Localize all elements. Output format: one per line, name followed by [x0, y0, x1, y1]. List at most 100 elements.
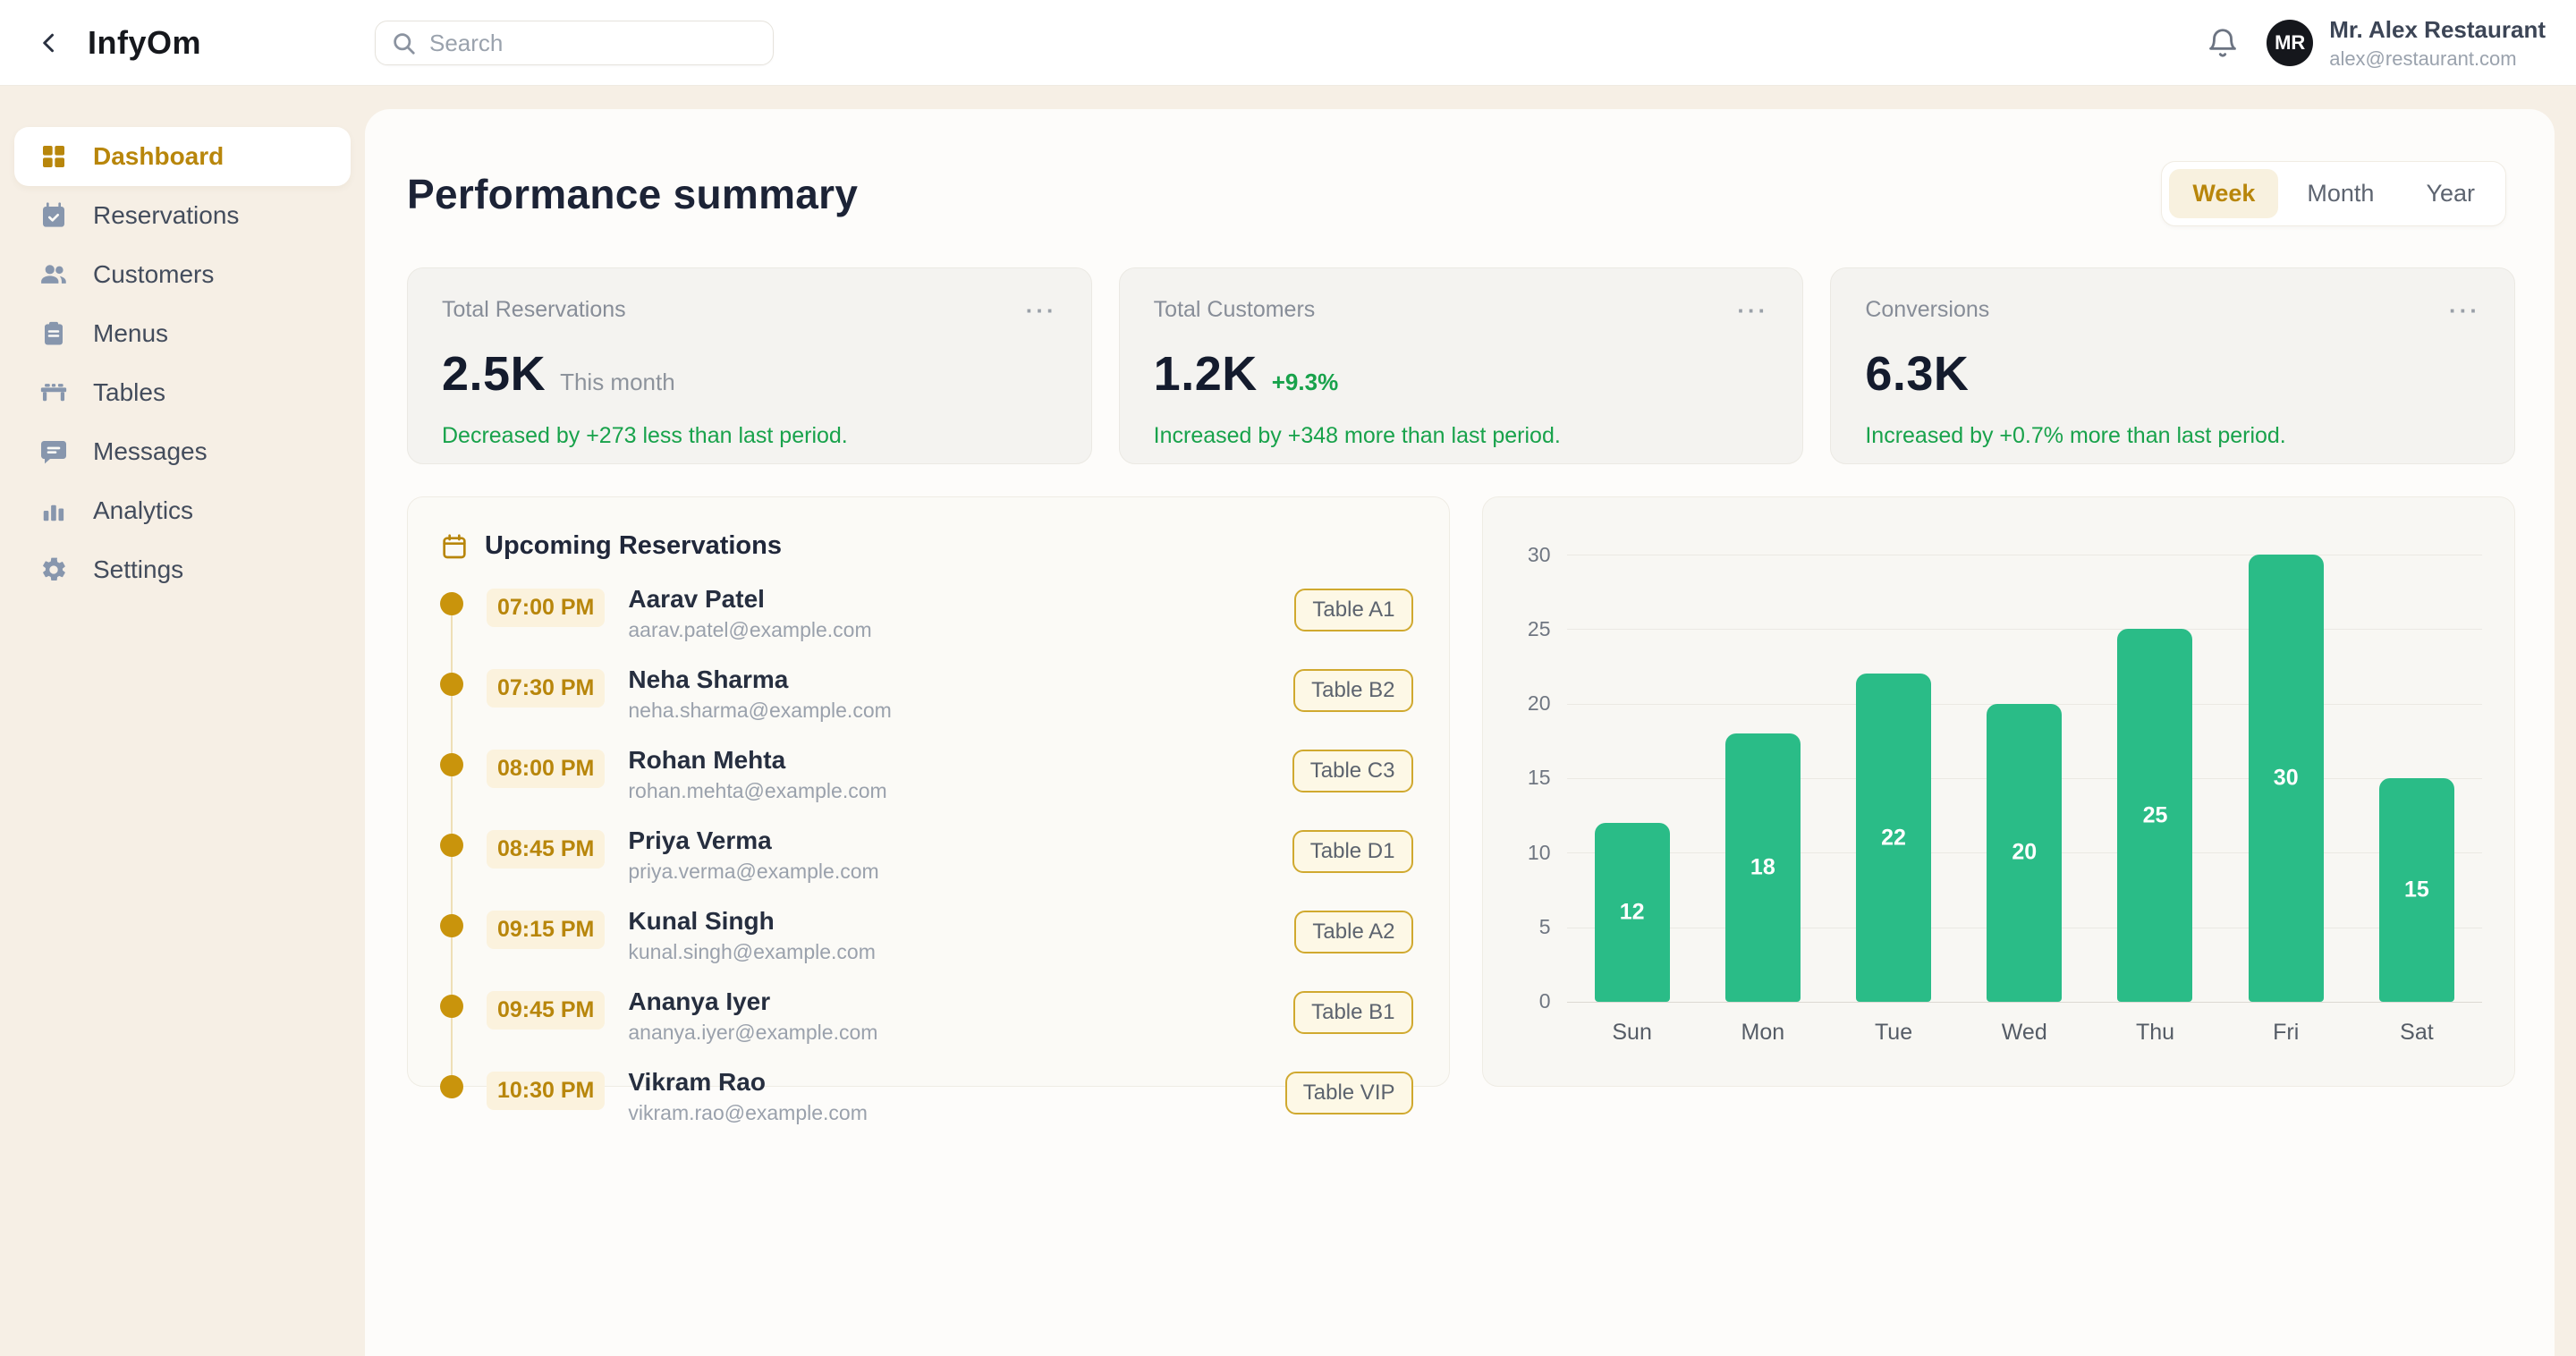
- gridline-baseline: [1567, 1002, 2483, 1003]
- reservation-time-badge: 09:15 PM: [487, 911, 605, 949]
- message-icon: [38, 436, 70, 468]
- sidebar-item-menus[interactable]: Menus: [14, 304, 351, 363]
- stat-suffix: This month: [560, 369, 675, 396]
- chart-bar: 15: [2379, 778, 2454, 1002]
- sidebar-item-label: Reservations: [93, 201, 239, 230]
- reservation-row[interactable]: 08:45 PM Priya Verma priya.verma@example…: [440, 815, 1413, 895]
- reservation-row[interactable]: 08:00 PM Rohan Mehta rohan.mehta@example…: [440, 734, 1413, 815]
- users-icon: [38, 258, 70, 291]
- reservation-row[interactable]: 10:30 PM Vikram Rao vikram.rao@example.c…: [440, 1056, 1413, 1137]
- stat-trend-note: Decreased by +273 less than last period.: [442, 423, 1057, 449]
- sidebar-item-tables[interactable]: Tables: [14, 363, 351, 422]
- timeline-dot: [440, 592, 463, 615]
- ellipsis-menu-button[interactable]: ···: [2449, 299, 2480, 322]
- guest-name: Aarav Patel: [628, 585, 871, 614]
- timeline-dot: [440, 834, 463, 857]
- stat-trend-note: Increased by +348 more than last period.: [1154, 423, 1769, 449]
- x-tick: Sat: [2351, 1020, 2482, 1046]
- clipboard-icon: [38, 318, 70, 350]
- sidebar-item-settings[interactable]: Settings: [14, 540, 351, 599]
- bar-value-label: 30: [2249, 766, 2324, 792]
- user-profile[interactable]: MR Mr. Alex Restaurant alex@restaurant.c…: [2267, 16, 2546, 71]
- stat-value: 6.3K: [1865, 346, 1969, 402]
- reservation-row[interactable]: 09:15 PM Kunal Singh kunal.singh@example…: [440, 895, 1413, 976]
- stat-title: Conversions: [1865, 297, 1989, 323]
- chart-bar: 20: [1987, 704, 2062, 1002]
- bar-value-label: 15: [2379, 877, 2454, 903]
- stat-trend-note: Increased by +0.7% more than last period…: [1865, 423, 2480, 449]
- table-badge: Table VIP: [1285, 1072, 1413, 1114]
- calendar-check-icon: [38, 199, 70, 232]
- chart-bar: 22: [1856, 674, 1931, 1002]
- timeline-dot: [440, 1075, 463, 1098]
- ellipsis-menu-button[interactable]: ···: [1026, 299, 1057, 322]
- stat-card-total-customers: Total Customers ··· 1.2K +9.3% Increased…: [1119, 267, 1804, 464]
- chart-bars: 12 18 22 20 25 30 15: [1567, 555, 2483, 1002]
- sidebar-item-label: Dashboard: [93, 142, 224, 171]
- x-tick: Sun: [1567, 1020, 1698, 1046]
- bar-value-label: 20: [1987, 840, 2062, 866]
- reservation-time-badge: 09:45 PM: [487, 991, 605, 1030]
- tab-month[interactable]: Month: [2284, 169, 2397, 218]
- x-tick: Thu: [2089, 1020, 2220, 1046]
- tab-year[interactable]: Year: [2402, 169, 2498, 218]
- ellipsis-menu-button[interactable]: ···: [1737, 299, 1768, 322]
- guest-name: Kunal Singh: [628, 907, 875, 936]
- search-bar[interactable]: [375, 21, 774, 65]
- reservation-row[interactable]: 07:00 PM Aarav Patel aarav.patel@example…: [440, 573, 1413, 654]
- sidebar-item-customers[interactable]: Customers: [14, 245, 351, 304]
- app-logo-text: InfyOm: [88, 24, 201, 62]
- x-tick: Mon: [1698, 1020, 1828, 1046]
- timeline-dot: [440, 995, 463, 1018]
- search-icon: [390, 30, 417, 56]
- page-title: Performance summary: [407, 170, 858, 218]
- x-tick: Wed: [1959, 1020, 2089, 1046]
- timeline-dot: [440, 914, 463, 937]
- sidebar-item-reservations[interactable]: Reservations: [14, 186, 351, 245]
- guest-email: rohan.mehta@example.com: [628, 779, 886, 803]
- sidebar-item-label: Customers: [93, 260, 214, 289]
- main-content-panel: Performance summary Week Month Year Tota…: [365, 109, 2555, 1356]
- user-email: alex@restaurant.com: [2329, 47, 2546, 71]
- back-button[interactable]: [25, 18, 75, 68]
- calendar-icon: [440, 532, 469, 561]
- grid-icon: [38, 140, 70, 173]
- tab-week[interactable]: Week: [2169, 169, 2278, 218]
- sidebar-item-dashboard[interactable]: Dashboard: [14, 127, 351, 186]
- guest-name: Vikram Rao: [628, 1068, 867, 1097]
- timeline-dot: [440, 753, 463, 776]
- table-badge: Table B1: [1293, 991, 1412, 1034]
- reservation-time-badge: 08:45 PM: [487, 830, 605, 869]
- reservation-row[interactable]: 09:45 PM Ananya Iyer ananya.iyer@example…: [440, 976, 1413, 1056]
- weekly-reservations-chart: 30 25 20 15 10 5 0 12: [1482, 496, 2516, 1087]
- stat-value: 2.5K: [442, 346, 546, 402]
- chart-bar: 12: [1595, 823, 1670, 1002]
- top-header-bar: InfyOm MR Mr. Alex Restaurant alex@resta…: [0, 0, 2576, 86]
- stat-value: 1.2K: [1154, 346, 1258, 402]
- reservation-row[interactable]: 07:30 PM Neha Sharma neha.sharma@example…: [440, 654, 1413, 734]
- reservations-panel-title: Upcoming Reservations: [485, 531, 782, 561]
- sidebar-item-analytics[interactable]: Analytics: [14, 481, 351, 540]
- guest-email: vikram.rao@example.com: [628, 1101, 867, 1125]
- bell-icon: [2206, 26, 2240, 60]
- guest-email: kunal.singh@example.com: [628, 940, 875, 964]
- table-icon: [38, 377, 70, 409]
- timeline-dot: [440, 673, 463, 696]
- bar-value-label: 12: [1595, 900, 1670, 926]
- notifications-button[interactable]: [2206, 26, 2240, 60]
- table-badge: Table D1: [1292, 830, 1413, 873]
- search-input[interactable]: [429, 30, 758, 57]
- range-toggle-group: Week Month Year: [2161, 161, 2506, 226]
- table-badge: Table C3: [1292, 750, 1413, 792]
- stat-title: Total Reservations: [442, 297, 626, 323]
- sidebar-item-messages[interactable]: Messages: [14, 422, 351, 481]
- avatar: MR: [2267, 20, 2313, 66]
- stat-card-conversions: Conversions ··· 6.3K Increased by +0.7% …: [1830, 267, 2515, 464]
- sidebar-item-label: Tables: [93, 378, 165, 407]
- reservation-time-badge: 08:00 PM: [487, 750, 605, 788]
- sidebar-item-label: Messages: [93, 437, 208, 466]
- reservations-list: 07:00 PM Aarav Patel aarav.patel@example…: [440, 573, 1413, 1137]
- reservation-time-badge: 10:30 PM: [487, 1072, 605, 1110]
- stats-row: Total Reservations ··· 2.5K This month D…: [407, 267, 2515, 464]
- upcoming-reservations-panel: Upcoming Reservations 07:00 PM Aarav Pat…: [407, 496, 1450, 1087]
